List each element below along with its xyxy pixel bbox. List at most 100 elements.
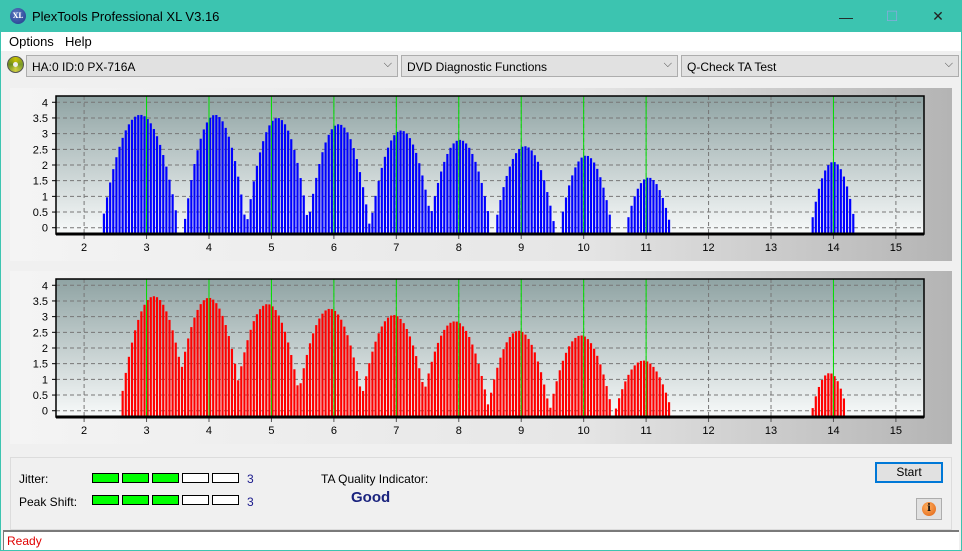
histogram-bar [627,374,630,417]
x-tick-label: 9 [518,242,524,254]
histogram-bar [830,373,833,417]
histogram-bar [593,162,596,234]
histogram-bar [124,372,127,417]
y-tick-label: 3.5 [33,296,48,308]
histogram-bar [296,162,299,234]
close-button[interactable]: ✕ [915,1,961,32]
histogram-bar [193,317,196,417]
menu-help[interactable]: Help [65,34,92,49]
histogram-bar [530,150,533,234]
histogram-bar [552,221,555,234]
test-select[interactable]: Q-Check TA Test ⌵ [681,55,959,77]
menu-options[interactable]: Options [9,34,54,49]
minimize-button[interactable]: — [823,1,869,32]
histogram-bar [571,175,574,234]
x-tick-label: 7 [393,425,399,437]
histogram-bar [330,129,333,234]
x-tick-label: 5 [268,425,274,437]
app-window: XL PlexTools Professional XL V3.16 — ☐ ✕… [0,0,962,551]
histogram-bar [568,185,571,234]
histogram-bar [224,127,227,234]
status-text: Ready [7,534,42,548]
histogram-bar [383,156,387,234]
histogram-bar [237,380,240,417]
drive-select[interactable]: HA:0 ID:0 PX-716A ⌵ [26,55,398,77]
histogram-bar [505,342,508,417]
histogram-bar [174,210,177,234]
histogram-bar [221,315,224,417]
histogram-bar [349,139,352,234]
histogram-bar [109,182,112,234]
histogram-bar [315,325,318,417]
histogram-bar [152,129,155,234]
y-tick-label: 2 [42,160,48,172]
function-select[interactable]: DVD Diagnostic Functions ⌵ [401,55,678,77]
histogram-bar [215,114,218,234]
histogram-bar [480,375,483,417]
maximize-button[interactable]: ☐ [869,1,915,32]
histogram-bar [599,177,602,234]
histogram-bar [187,338,190,417]
status-bar: Ready [3,530,959,550]
histogram-bar [346,335,349,417]
histogram-bar [274,310,277,417]
histogram-bar [549,205,552,234]
histogram-bar [639,183,643,234]
histogram-bar [433,351,436,417]
histogram-bar [633,196,636,234]
info-button[interactable]: i [916,498,942,520]
histogram-bar [658,190,661,234]
histogram-bar [165,166,168,234]
app-logo-icon: XL [10,8,26,24]
histogram-bar [568,346,571,417]
histogram-bar [836,381,839,417]
pit-chart-panel: 0 0.5 1 1.5 2 2.5 3 3.5 4 2 3 4 5 6 7 8 9 10 11 12 13 14 15 [10,271,952,444]
histogram-bar [184,351,187,417]
results-panel [10,457,952,530]
y-tick-label: 2.5 [33,327,48,339]
histogram-bar [218,308,221,417]
histogram-bar [527,147,530,234]
histogram-bar [477,364,480,417]
histogram-bar [140,311,143,417]
histogram-bar [608,399,611,417]
histogram-bar [268,304,271,417]
histogram-bar [561,360,564,417]
meter-segment [92,473,119,483]
histogram-bar [502,187,505,234]
histogram-bar [661,198,664,234]
land-histogram-chart: 0 0.5 1 1.5 2 2.5 3 3.5 4 2 3 4 5 6 7 8 9 10 11 12 13 14 15 [33,95,925,254]
histogram-bar [655,371,658,417]
histogram-bar [155,136,159,234]
info-icon: i [922,502,936,516]
histogram-bar [577,335,580,417]
x-tick-label: 10 [578,242,590,254]
histogram-bar [330,309,333,417]
histogram-bar [312,333,315,417]
menu-bar: Options Help [1,32,961,51]
histogram-bar [361,390,365,417]
histogram-bar [465,143,468,234]
histogram-bar [427,205,430,234]
histogram-bar [555,381,558,417]
histogram-bar [558,370,561,417]
histogram-bar [202,129,205,234]
histogram-bar [168,179,171,234]
x-tick-label: 3 [143,242,149,254]
histogram-bar [374,341,377,417]
histogram-bar [452,143,455,234]
histogram-bar [480,182,483,234]
x-tick-label: 4 [206,242,212,254]
start-button[interactable]: Start [875,462,943,483]
histogram-bar [371,212,374,234]
histogram-bar [536,161,540,234]
histogram-bar [486,404,490,417]
histogram-bar [433,196,436,234]
histogram-bar [418,163,421,234]
histogram-bar [240,366,243,417]
histogram-bar [143,304,146,417]
histogram-bar [627,217,630,234]
histogram-bar [143,116,146,234]
histogram-bar [118,146,121,234]
x-tick-label: 9 [518,425,524,437]
